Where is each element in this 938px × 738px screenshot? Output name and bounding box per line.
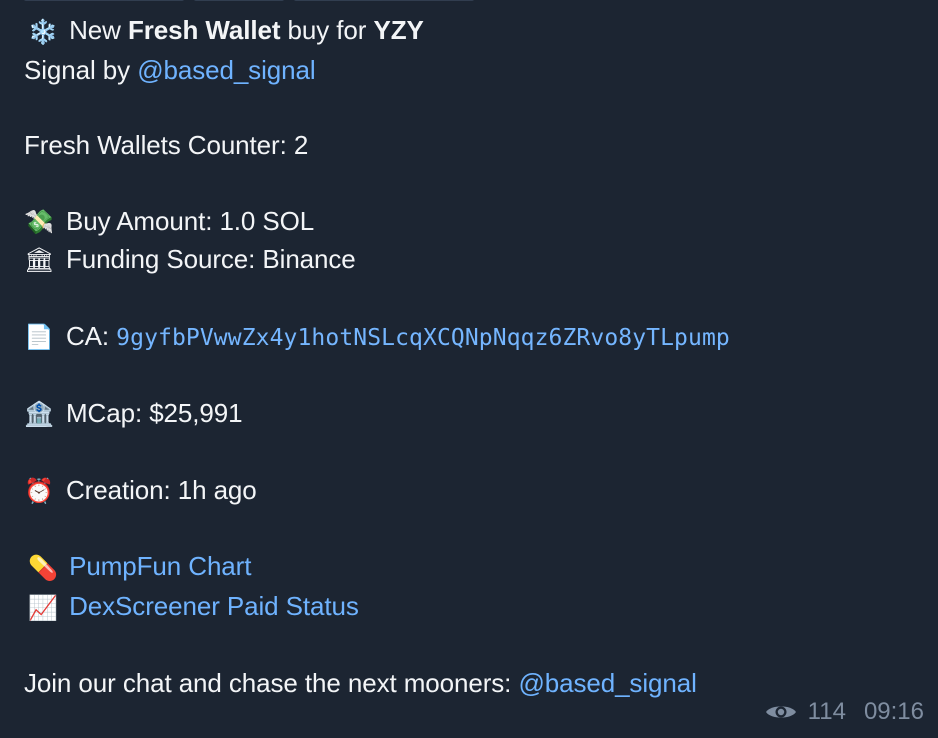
view-count: 114 <box>807 698 846 725</box>
market-cap-line: 🏦 MCap: $25,991 <box>24 395 914 434</box>
funding-source: Funding Source: Binance <box>66 244 356 274</box>
signal-by-label: Signal by <box>24 54 138 85</box>
message-content: ❄️ New Fresh Wallet buy for YZY Signal b… <box>24 12 914 703</box>
contract-address-line: 📄 CA: 9gyfbPVwwZx4y1hotNSLcqXCQNpNqqz6ZRv… <box>24 318 914 358</box>
token-symbol: YZY <box>373 15 424 45</box>
money-with-wings-icon: 💸 <box>24 207 54 236</box>
market-cap: MCap: $25,991 <box>66 398 243 428</box>
dexscreener-paid-status-link[interactable]: DexScreener Paid Status <box>69 591 359 621</box>
fresh-wallet-label: Fresh Wallet <box>127 15 281 45</box>
join-chat-text: Join our chat and chase the next mooners… <box>24 668 519 698</box>
document-icon: 📄 <box>24 322 54 351</box>
cropped-previous-line <box>24 0 524 4</box>
fresh-wallet-counter: Fresh Wallets Counter: 2 <box>24 130 309 160</box>
dexscreener-line: 📈 DexScreener Paid Status <box>24 588 914 628</box>
snowflake-icon: ❄️ <box>28 18 58 46</box>
chart-up-icon: 📈 <box>28 593 58 622</box>
buy-amount: Buy Amount: 1.0 SOL <box>66 205 315 236</box>
funding-source-line: 🏛 Funding Source: Binance <box>24 241 914 280</box>
pill-icon: 💊 <box>28 554 58 582</box>
classical-building-icon: 🏛 <box>24 246 55 274</box>
join-chat-line: Join our chat and chase the next mooners… <box>24 665 914 703</box>
alarm-clock-icon: ⏰ <box>24 476 54 505</box>
title-mid: buy for <box>280 15 374 45</box>
signal-title-line: ❄️ New Fresh Wallet buy for YZY <box>24 12 914 52</box>
contract-address-link[interactable]: 9gyfbPVwwZx4y1hotNSLcqXCQNpNqqz6ZRvo8yTL… <box>116 325 730 351</box>
join-chat-handle-link[interactable]: @based_signal <box>518 668 696 698</box>
buy-amount-line: 💸 Buy Amount: 1.0 SOL <box>24 203 914 242</box>
eye-icon <box>764 701 798 723</box>
pumpfun-chart-line: 💊 PumpFun Chart <box>24 548 914 588</box>
signal-handle-link[interactable]: @based_signal <box>137 55 315 85</box>
message-time: 09:16 <box>863 698 924 725</box>
signal-by-line: Signal by @based_signal <box>24 52 914 90</box>
message-bubble: ❄️ New Fresh Wallet buy for YZY Signal b… <box>0 0 938 738</box>
pumpfun-chart-link[interactable]: PumpFun Chart <box>69 551 251 581</box>
creation-time: Creation: 1h ago <box>66 474 257 505</box>
contract-address-label: CA: <box>66 320 117 351</box>
creation-line: ⏰ Creation: 1h ago <box>24 472 914 511</box>
bank-icon: 🏦 <box>24 400 54 428</box>
message-meta: 114 09:16 <box>764 698 924 726</box>
title-prefix: New <box>69 15 128 45</box>
